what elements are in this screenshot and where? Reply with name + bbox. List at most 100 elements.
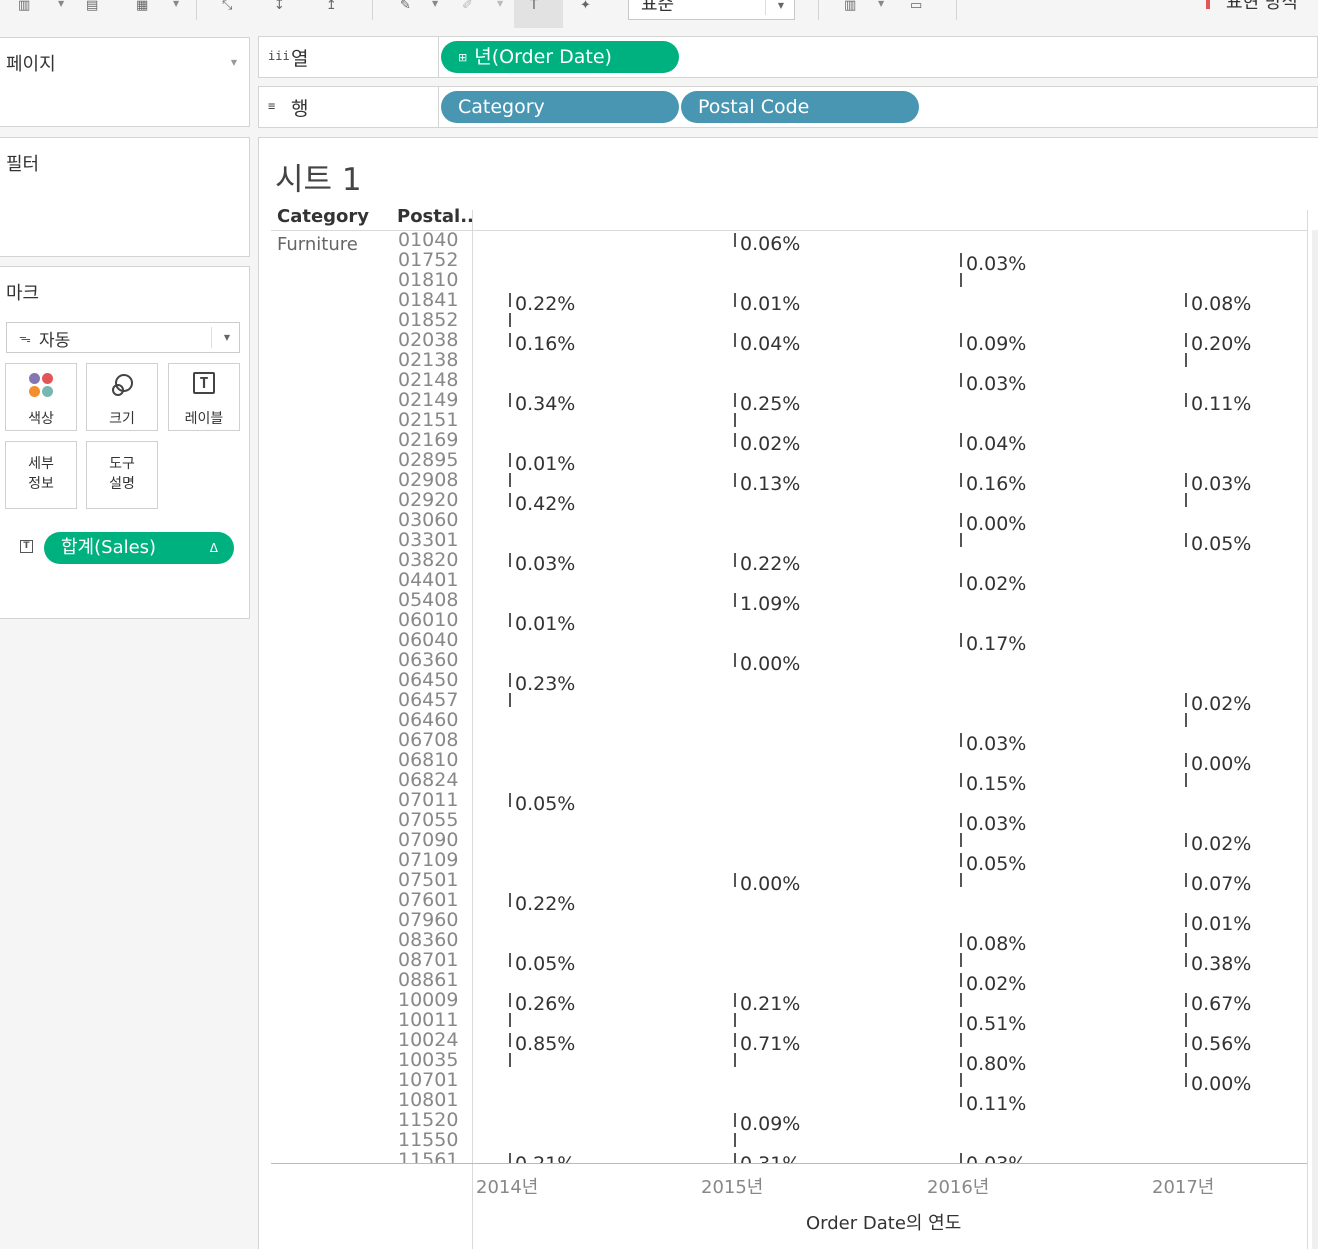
mark-tick[interactable] bbox=[960, 1053, 962, 1067]
presentation-mode-icon[interactable]: ▭ bbox=[910, 0, 922, 12]
postal-code-cell[interactable]: 03060 bbox=[398, 510, 458, 530]
mark-tick[interactable] bbox=[960, 953, 962, 967]
category-pill[interactable]: Category bbox=[441, 91, 679, 123]
mark-tick[interactable] bbox=[960, 1033, 962, 1047]
mark-tick[interactable] bbox=[1185, 1053, 1187, 1067]
sales-percent-label[interactable]: 0.02% bbox=[1191, 834, 1251, 854]
sales-percent-label[interactable]: 0.05% bbox=[515, 794, 575, 814]
mark-tick[interactable] bbox=[1185, 833, 1187, 847]
mark-tick[interactable] bbox=[1185, 393, 1187, 407]
mark-tick[interactable] bbox=[960, 1073, 962, 1087]
sales-percent-label[interactable]: 0.02% bbox=[740, 434, 800, 454]
sales-percent-label[interactable]: 0.01% bbox=[1191, 914, 1251, 934]
postal-code-cell[interactable]: 06360 bbox=[398, 650, 458, 670]
postal-code-cell[interactable]: 07960 bbox=[398, 910, 458, 930]
mark-tick[interactable] bbox=[1185, 533, 1187, 547]
postal-code-cell[interactable]: 02169 bbox=[398, 430, 458, 450]
postal-code-pill[interactable]: Postal Code bbox=[681, 91, 919, 123]
postal-code-cell[interactable]: 07601 bbox=[398, 890, 458, 910]
sales-percent-label[interactable]: 0.07% bbox=[1191, 874, 1251, 894]
mark-tick[interactable] bbox=[509, 453, 511, 467]
mark-tick[interactable] bbox=[509, 493, 511, 507]
pin-icon[interactable]: ✦ bbox=[580, 0, 591, 12]
postal-code-cell[interactable]: 07055 bbox=[398, 810, 458, 830]
rows-shelf[interactable]: ≡ 행 Category Postal Code bbox=[258, 86, 1318, 128]
sales-percent-label[interactable]: 0.08% bbox=[1191, 294, 1251, 314]
mark-tick[interactable] bbox=[734, 473, 736, 487]
sort-ascending-icon[interactable]: ↧ bbox=[274, 0, 285, 12]
mark-tick[interactable] bbox=[509, 673, 511, 687]
mark-tick[interactable] bbox=[509, 1033, 511, 1047]
postal-code-column-header[interactable]: Postal.. bbox=[397, 206, 474, 227]
sales-percent-label[interactable]: 0.09% bbox=[966, 334, 1026, 354]
sales-percent-label[interactable]: 0.03% bbox=[966, 1154, 1026, 1163]
mark-tick[interactable] bbox=[734, 1113, 736, 1127]
sales-percent-label[interactable]: 0.26% bbox=[515, 994, 575, 1014]
postal-code-cell[interactable]: 01040 bbox=[398, 230, 458, 250]
mark-tick[interactable] bbox=[734, 1153, 736, 1163]
sales-percent-label[interactable]: 0.00% bbox=[740, 874, 800, 894]
group-members-icon[interactable]: ✐ bbox=[462, 0, 473, 12]
tooltip-card-button[interactable]: 도구 설명 bbox=[86, 441, 158, 509]
mark-tick[interactable] bbox=[1185, 913, 1187, 927]
chevron-down-icon[interactable]: ▼ bbox=[497, 0, 503, 8]
mark-tick[interactable] bbox=[960, 833, 962, 847]
mark-tick[interactable] bbox=[734, 553, 736, 567]
mark-tick[interactable] bbox=[509, 613, 511, 627]
sales-percent-label[interactable]: 0.71% bbox=[740, 1034, 800, 1054]
detail-card-button[interactable]: 세부 정보 bbox=[5, 441, 77, 509]
sales-percent-label[interactable]: 0.02% bbox=[966, 574, 1026, 594]
clear-sheet-icon[interactable]: ▦ bbox=[136, 0, 148, 12]
mark-tick[interactable] bbox=[734, 393, 736, 407]
mark-tick[interactable] bbox=[1185, 1013, 1187, 1027]
duplicate-sheet-icon[interactable]: ▤ bbox=[86, 0, 98, 12]
postal-code-cell[interactable]: 06708 bbox=[398, 730, 458, 750]
postal-code-cell[interactable]: 07011 bbox=[398, 790, 458, 810]
sales-percent-label[interactable]: 0.51% bbox=[966, 1014, 1026, 1034]
mark-tick[interactable] bbox=[1185, 333, 1187, 347]
postal-code-cell[interactable]: 11550 bbox=[398, 1130, 458, 1150]
postal-code-cell[interactable]: 10009 bbox=[398, 990, 458, 1010]
postal-code-cell[interactable]: 06810 bbox=[398, 750, 458, 770]
mark-tick[interactable] bbox=[509, 1053, 511, 1067]
sales-percent-label[interactable]: 0.56% bbox=[1191, 1034, 1251, 1054]
mark-tick[interactable] bbox=[734, 653, 736, 667]
fit-select[interactable]: 표준 ▼ bbox=[628, 0, 795, 20]
mark-tick[interactable] bbox=[960, 853, 962, 867]
year-axis-label-2014[interactable]: 2014년 bbox=[476, 1173, 538, 1199]
sales-percent-label[interactable]: 0.80% bbox=[966, 1054, 1026, 1074]
postal-code-cell[interactable]: 02148 bbox=[398, 370, 458, 390]
mark-tick[interactable] bbox=[1185, 753, 1187, 767]
sales-percent-label[interactable]: 0.22% bbox=[515, 894, 575, 914]
sales-percent-label[interactable]: 1.09% bbox=[740, 594, 800, 614]
sales-percent-label[interactable]: 0.03% bbox=[966, 814, 1026, 834]
sales-percent-label[interactable]: 0.05% bbox=[1191, 534, 1251, 554]
sales-percent-label[interactable]: 0.85% bbox=[515, 1034, 575, 1054]
mark-tick[interactable] bbox=[960, 513, 962, 527]
mark-tick[interactable] bbox=[509, 693, 511, 707]
filters-panel[interactable]: 필터 bbox=[0, 137, 250, 257]
sales-percent-label[interactable]: 0.13% bbox=[740, 474, 800, 494]
sales-percent-label[interactable]: 0.08% bbox=[966, 934, 1026, 954]
mark-tick[interactable] bbox=[1185, 873, 1187, 887]
sort-descending-icon[interactable]: ↥ bbox=[326, 0, 337, 12]
postal-code-cell[interactable]: 06010 bbox=[398, 610, 458, 630]
mark-tick[interactable] bbox=[960, 973, 962, 987]
year-axis-label-2015[interactable]: 2015년 bbox=[701, 1173, 763, 1199]
sheet-title[interactable]: 시트 1 bbox=[275, 154, 362, 199]
color-card-button[interactable]: 색상 bbox=[5, 363, 77, 431]
mark-tick[interactable] bbox=[734, 233, 736, 247]
new-worksheet-icon[interactable]: ▥ bbox=[18, 0, 30, 12]
chevron-down-icon[interactable]: ▼ bbox=[231, 58, 237, 67]
sales-percent-label[interactable]: 0.34% bbox=[515, 394, 575, 414]
mark-tick[interactable] bbox=[960, 933, 962, 947]
vertical-scrollbar[interactable] bbox=[1312, 230, 1318, 1249]
mark-tick[interactable] bbox=[960, 773, 962, 787]
mark-tick[interactable] bbox=[960, 633, 962, 647]
mark-tick[interactable] bbox=[960, 873, 962, 887]
postal-code-cell[interactable]: 06457 bbox=[398, 690, 458, 710]
sales-percent-label[interactable]: 0.15% bbox=[966, 774, 1026, 794]
mark-tick[interactable] bbox=[960, 373, 962, 387]
postal-code-cell[interactable]: 10011 bbox=[398, 1010, 458, 1030]
mark-tick[interactable] bbox=[960, 813, 962, 827]
